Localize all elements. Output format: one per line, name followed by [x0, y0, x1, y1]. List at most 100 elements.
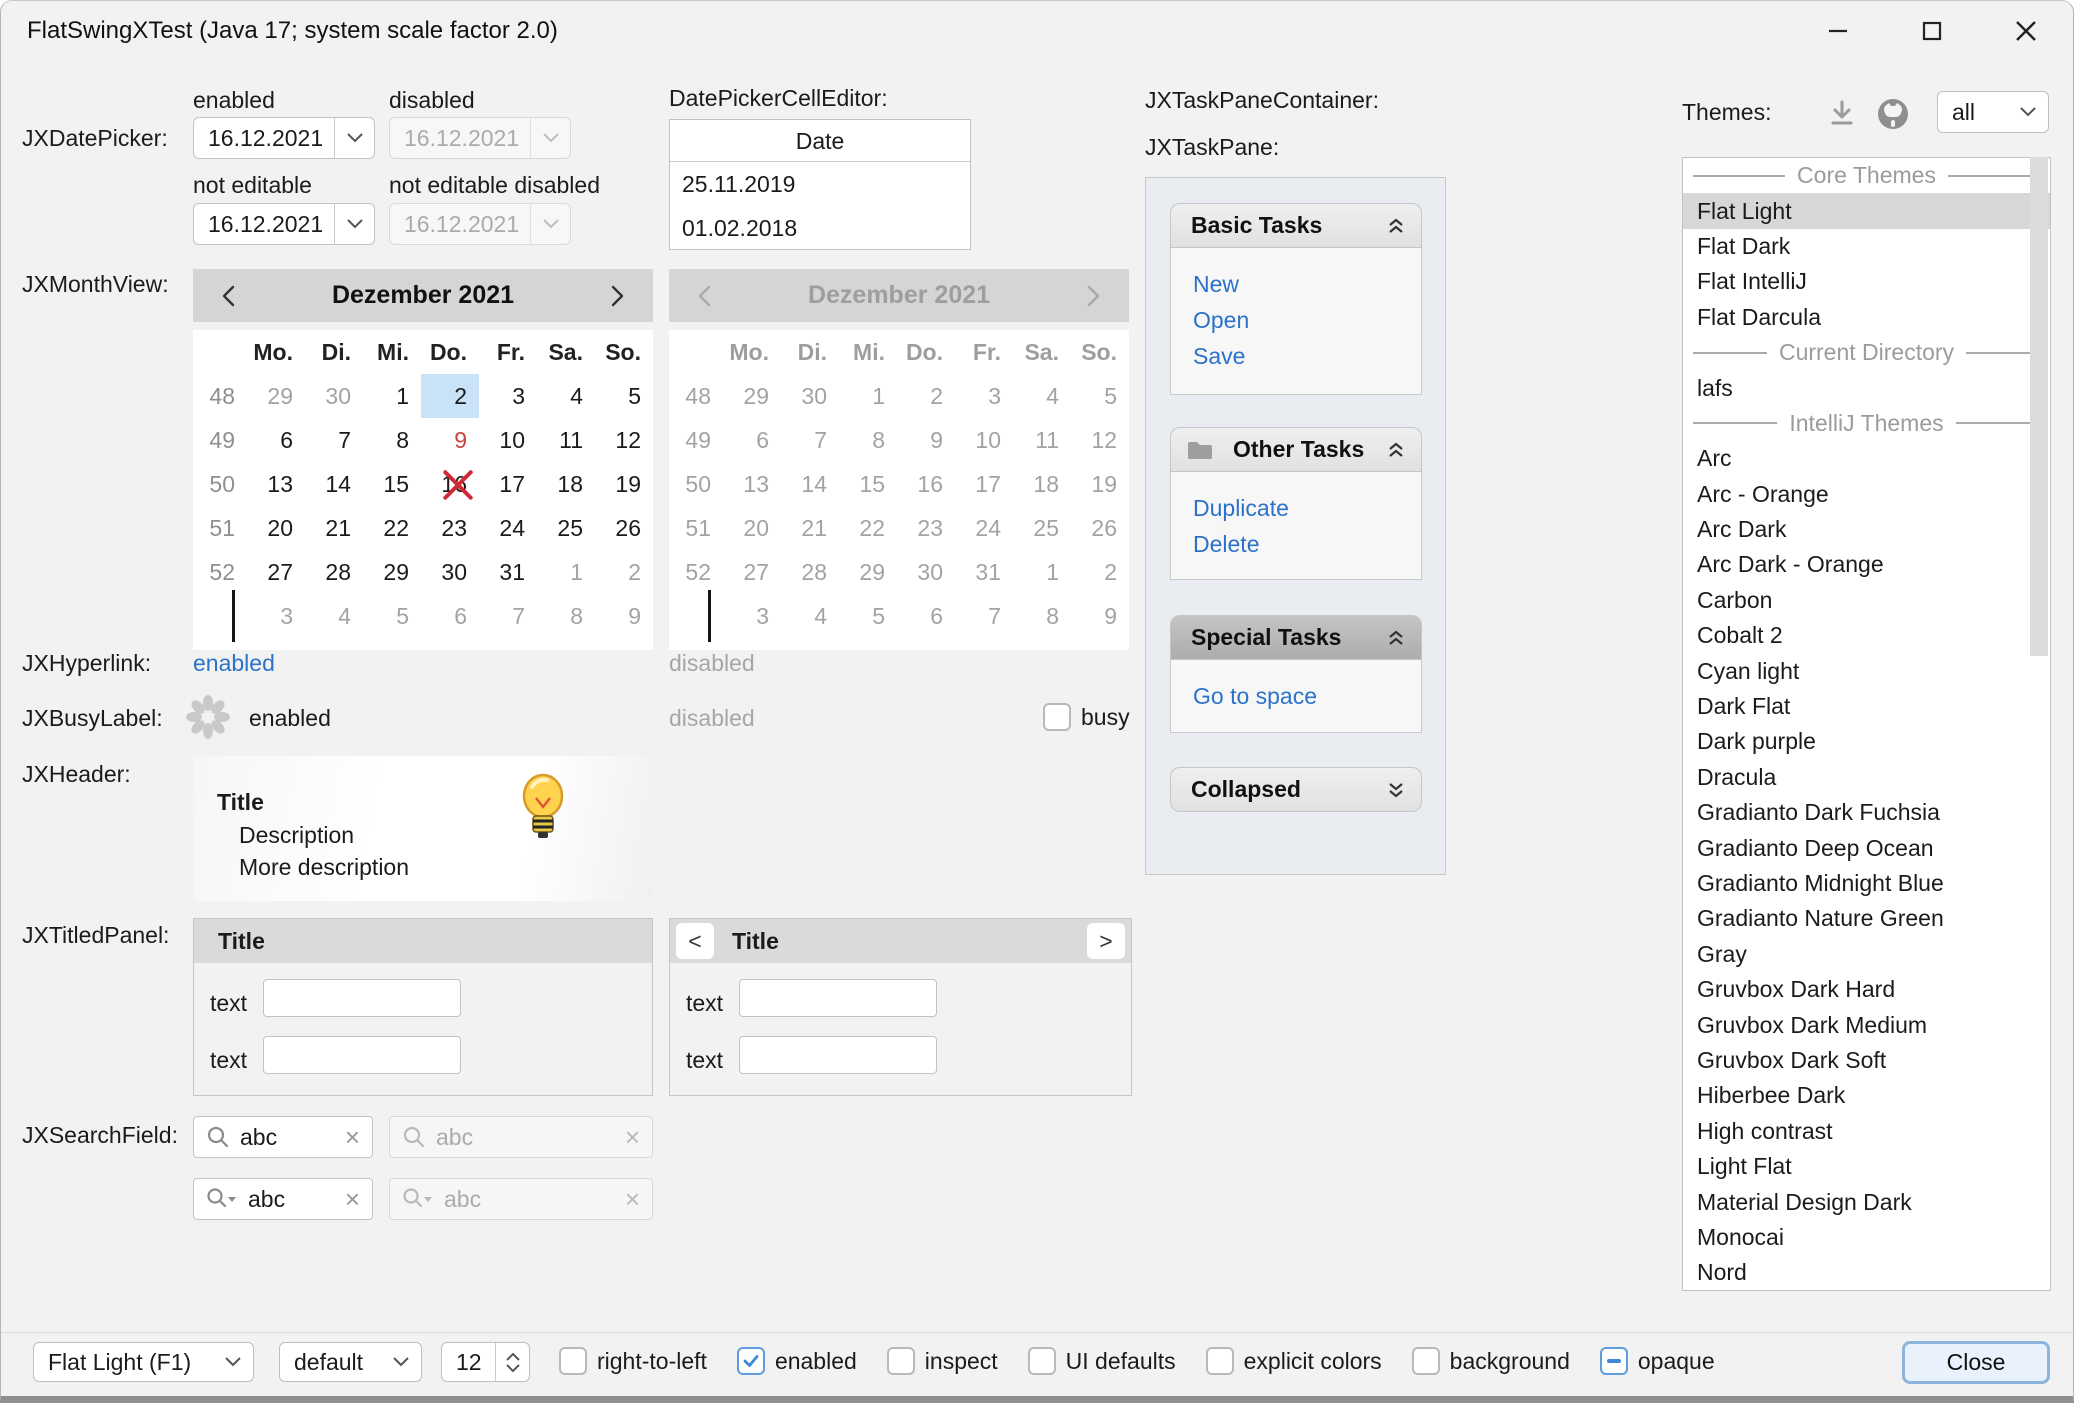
- spinner-buttons[interactable]: [495, 1343, 529, 1381]
- calendar-day[interactable]: 31: [955, 550, 1013, 594]
- collapse-icon[interactable]: [1387, 629, 1405, 647]
- clear-icon[interactable]: ×: [345, 1124, 360, 1150]
- themes-list-item[interactable]: Light Flat: [1683, 1149, 2050, 1184]
- titled-panel-text-field[interactable]: [739, 979, 937, 1017]
- collapse-icon[interactable]: [1387, 441, 1405, 459]
- calendar-day[interactable]: 25: [537, 506, 595, 550]
- task-link[interactable]: Open: [1193, 304, 1421, 340]
- minimize-button[interactable]: [1791, 1, 1885, 60]
- datepicker-field[interactable]: 16.12.2021: [193, 117, 375, 159]
- close-button[interactable]: [1979, 1, 2073, 60]
- calendar-day[interactable]: 20: [247, 506, 305, 550]
- themes-list-item[interactable]: Gray: [1683, 937, 2050, 972]
- laf-combo[interactable]: Flat Light (F1): [33, 1342, 254, 1382]
- calendar-day[interactable]: 17: [479, 462, 537, 506]
- calendar-day[interactable]: 18: [537, 462, 595, 506]
- calendar-day[interactable]: 29: [723, 374, 781, 418]
- themes-filter-combo[interactable]: all: [1937, 91, 2049, 133]
- themes-list-item[interactable]: Gradianto Midnight Blue: [1683, 866, 2050, 901]
- search-icon[interactable]: [206, 1125, 230, 1149]
- table-row[interactable]: 25.11.2019: [670, 162, 970, 206]
- hyperlink-enabled[interactable]: enabled: [193, 650, 275, 677]
- calendar-day[interactable]: 8: [1013, 594, 1071, 638]
- themes-list-item[interactable]: lafs: [1683, 370, 2050, 405]
- font-combo[interactable]: default: [279, 1342, 422, 1382]
- expand-icon[interactable]: [1387, 781, 1405, 799]
- busy-checkbox[interactable]: busy: [1043, 703, 1130, 731]
- themes-list-item[interactable]: Dark Flat: [1683, 689, 2050, 724]
- calendar-day[interactable]: 30: [305, 374, 363, 418]
- themes-list-item[interactable]: Gruvbox Dark Hard: [1683, 972, 2050, 1007]
- themes-list-item[interactable]: Flat Darcula: [1683, 300, 2050, 335]
- calendar-day[interactable]: 28: [781, 550, 839, 594]
- calendar-day[interactable]: 21: [781, 506, 839, 550]
- calendar-day[interactable]: 29: [247, 374, 305, 418]
- calendar-day[interactable]: 1: [1013, 550, 1071, 594]
- calendar-day[interactable]: 6: [421, 594, 479, 638]
- option-checkbox[interactable]: opaque: [1600, 1347, 1715, 1375]
- calendar-day[interactable]: 14: [781, 462, 839, 506]
- calendar-day[interactable]: 20: [723, 506, 781, 550]
- chevron-down-icon[interactable]: [334, 118, 374, 158]
- calendar-day[interactable]: 3: [955, 374, 1013, 418]
- calendar-day[interactable]: 5: [839, 594, 897, 638]
- calendar-day[interactable]: 15: [363, 462, 421, 506]
- calendar-day[interactable]: 13: [723, 462, 781, 506]
- themes-list-item[interactable]: Hiberbee Dark: [1683, 1078, 2050, 1113]
- calendar-day[interactable]: 4: [537, 374, 595, 418]
- font-size-spinner[interactable]: 12: [441, 1342, 530, 1382]
- themes-list-item[interactable]: Gradianto Deep Ocean: [1683, 830, 2050, 865]
- search-dropdown-icon[interactable]: [206, 1187, 238, 1211]
- clear-icon[interactable]: ×: [345, 1186, 360, 1212]
- themes-list-item[interactable]: Gruvbox Dark Medium: [1683, 1007, 2050, 1042]
- calendar-day[interactable]: 9: [595, 594, 653, 638]
- calendar-day[interactable]: 30: [421, 550, 479, 594]
- calendar-day[interactable]: 8: [839, 418, 897, 462]
- titled-panel-text-field[interactable]: [263, 1036, 461, 1074]
- task-pane-header[interactable]: Basic Tasks: [1170, 203, 1422, 248]
- task-link[interactable]: New: [1193, 268, 1421, 304]
- calendar-day[interactable]: 2: [1071, 550, 1129, 594]
- calendar-day[interactable]: 12: [595, 418, 653, 462]
- themes-list-item[interactable]: Monocai: [1683, 1220, 2050, 1255]
- calendar-day[interactable]: 12: [1071, 418, 1129, 462]
- calendar-day[interactable]: 23: [421, 506, 479, 550]
- themes-list-item[interactable]: Gradianto Dark Fuchsia: [1683, 795, 2050, 830]
- calendar-day[interactable]: 1: [363, 374, 421, 418]
- calendar-day[interactable]: 28: [305, 550, 363, 594]
- calendar-day[interactable]: 31: [479, 550, 537, 594]
- calendar-day[interactable]: 4: [781, 594, 839, 638]
- calendar-day[interactable]: 21: [305, 506, 363, 550]
- calendar-day[interactable]: 14: [305, 462, 363, 506]
- themes-list-item[interactable]: Gradianto Nature Green: [1683, 901, 2050, 936]
- option-checkbox[interactable]: enabled: [737, 1347, 857, 1375]
- themes-list-item[interactable]: Flat IntelliJ: [1683, 264, 2050, 299]
- calendar-day[interactable]: 8: [537, 594, 595, 638]
- chevron-down-icon[interactable]: [334, 204, 374, 244]
- calendar-day[interactable]: 2: [595, 550, 653, 594]
- option-checkbox[interactable]: inspect: [887, 1347, 998, 1375]
- calendar-day[interactable]: 27: [723, 550, 781, 594]
- themes-list-item[interactable]: Carbon: [1683, 583, 2050, 618]
- calendar-day[interactable]: 15: [839, 462, 897, 506]
- option-checkbox[interactable]: explicit colors: [1206, 1347, 1382, 1375]
- calendar-day[interactable]: 1: [839, 374, 897, 418]
- calendar-day[interactable]: 24: [955, 506, 1013, 550]
- calendar-day[interactable]: 29: [839, 550, 897, 594]
- calendar-day[interactable]: 19: [595, 462, 653, 506]
- calendar-day[interactable]: 11: [537, 418, 595, 462]
- calendar-day[interactable]: 26: [1071, 506, 1129, 550]
- calendar-day[interactable]: 2: [897, 374, 955, 418]
- calendar-day[interactable]: 5: [595, 374, 653, 418]
- task-pane-header[interactable]: Other Tasks: [1170, 427, 1422, 472]
- calendar-day[interactable]: 22: [839, 506, 897, 550]
- calendar-day[interactable]: 23: [897, 506, 955, 550]
- calendar-day[interactable]: 3: [723, 594, 781, 638]
- calendar-day[interactable]: 30: [897, 550, 955, 594]
- search-field[interactable]: abc×: [193, 1178, 373, 1220]
- calendar-day[interactable]: 6: [723, 418, 781, 462]
- calendar-day[interactable]: 27: [247, 550, 305, 594]
- scrollbar-thumb[interactable]: [2030, 157, 2048, 656]
- calendar-day[interactable]: 7: [955, 594, 1013, 638]
- nav-right-button[interactable]: >: [1087, 923, 1125, 959]
